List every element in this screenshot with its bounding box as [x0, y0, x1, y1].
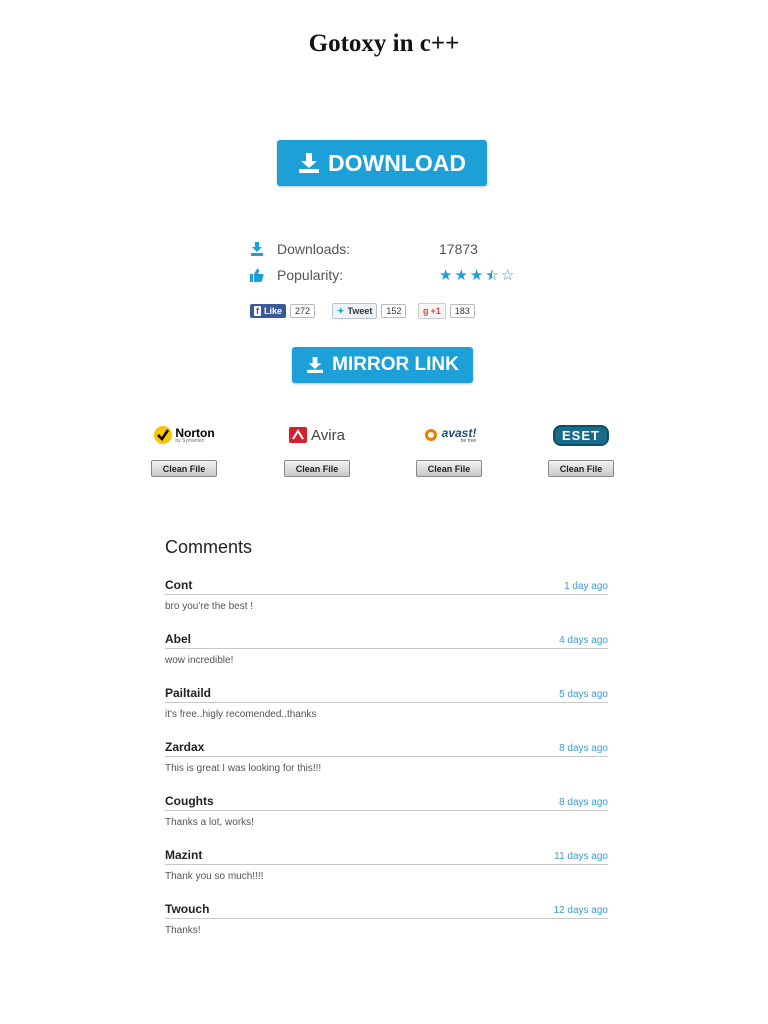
comment-time[interactable]: 4 days ago [559, 635, 608, 646]
comment-item: Mazint 11 days ago Thank you so much!!!! [165, 844, 608, 882]
comment-item: Cont 1 day ago bro you're the best ! [165, 574, 608, 612]
download-small-icon [251, 242, 263, 256]
comment-item: Pailtaild 5 days ago it's free..higly reco… [165, 682, 608, 720]
norton-sub: by Symantec [175, 437, 205, 444]
tweet-label: Tweet [347, 306, 373, 316]
norton-clean-file-button[interactable]: Clean File [151, 460, 217, 477]
page-title: Gotoxy in c++ [308, 30, 460, 57]
downloads-value: 17873 [439, 241, 478, 257]
avast-star-icon [424, 429, 437, 441]
comment-time[interactable]: 1 day ago [564, 581, 608, 592]
google-plus-icon: g [423, 306, 429, 316]
comment-item: Coughts 8 days ago Thanks a lot, works! [165, 790, 608, 828]
comment-author: Zardax [165, 740, 205, 754]
avira-umbrella-icon [289, 427, 308, 443]
avast-badge: avast! be free Clean File [414, 420, 484, 477]
comment-header: Zardax 8 days ago [165, 736, 608, 757]
comment-text: Thank you so much!!!! [165, 871, 264, 882]
mirror-link-button[interactable]: MIRROR LINK [292, 347, 473, 383]
avast-name: avast! [441, 425, 477, 440]
comment-header: Pailtaild 5 days ago [165, 682, 608, 703]
popularity-stars: ★★★☆★☆ [439, 268, 514, 283]
comment-author: Abel [165, 632, 192, 646]
comment-text: This is great I was looking for this!!! [165, 763, 322, 774]
comment-author: Twouch [165, 902, 210, 916]
comment-header: Cont 1 day ago [165, 574, 608, 595]
comment-text: Thanks! [165, 925, 201, 936]
comment-header: Abel 4 days ago [165, 628, 608, 649]
download-icon [299, 153, 319, 173]
download-icon [307, 357, 324, 373]
comment-time[interactable]: 8 days ago [559, 797, 608, 808]
comment-text: wow incredible! [165, 655, 234, 666]
norton-name: Norton [175, 425, 215, 440]
comment-time[interactable]: 8 days ago [559, 743, 608, 754]
google-plus-count: 183 [449, 304, 475, 318]
norton-check-icon [154, 426, 173, 444]
comment-time[interactable]: 11 days ago [554, 851, 608, 862]
twitter-tweet[interactable]: ✦ Tweet 152 [332, 303, 407, 319]
popularity-label: Popularity: [277, 267, 344, 283]
popularity-row: Popularity: ★★★☆★☆ [250, 265, 514, 285]
comment-author: Coughts [165, 794, 214, 808]
star-full-icon: ★ [469, 266, 484, 284]
avast-sub: be free [460, 437, 477, 444]
avira-clean-file-button[interactable]: Clean File [284, 460, 350, 477]
facebook-like-label: Like [264, 306, 283, 316]
downloads-row: Downloads: 17873 [250, 239, 478, 259]
star-full-icon: ★ [439, 266, 453, 284]
norton-badge: Norton by Symantec Clean File [149, 420, 219, 477]
comment-item: Twouch 12 days ago Thanks! [165, 898, 608, 936]
tweet-count: 152 [381, 304, 407, 318]
facebook-like[interactable]: f Like 272 [250, 303, 316, 319]
download-button-label: DOWNLOAD [328, 149, 466, 176]
eset-logo: eset [553, 420, 609, 450]
download-button[interactable]: DOWNLOAD [277, 140, 487, 186]
star-empty-icon: ☆ [500, 266, 515, 284]
avira-name: Avira [311, 426, 345, 444]
comment-text: Thanks a lot, works! [165, 817, 254, 828]
google-plus-label: +1 [430, 306, 441, 316]
facebook-like-button[interactable]: f Like [250, 304, 287, 318]
comments-heading: Comments [165, 537, 253, 557]
comment-item: Abel 4 days ago wow incredible! [165, 628, 608, 666]
avast-logo: avast! be free [422, 420, 477, 450]
comment-header: Mazint 11 days ago [165, 844, 608, 865]
avast-clean-file-button[interactable]: Clean File [416, 460, 482, 477]
tweet-button[interactable]: ✦ Tweet [332, 303, 378, 319]
star-half-icon: ☆★ [485, 266, 499, 284]
downloads-label: Downloads: [277, 241, 351, 257]
comment-author: Pailtaild [165, 686, 212, 700]
facebook-icon: f [254, 306, 261, 316]
comment-header: Twouch 12 days ago [165, 898, 608, 919]
norton-logo: Norton by Symantec [153, 420, 215, 450]
google-plus-one[interactable]: g +1 183 [418, 303, 475, 319]
comment-time[interactable]: 5 days ago [559, 689, 608, 700]
comment-author: Cont [165, 578, 193, 592]
twitter-bird-icon: ✦ [337, 305, 345, 316]
comment-item: Zardax 8 days ago This is great I was look… [165, 736, 608, 774]
google-plus-button[interactable]: g +1 [418, 303, 446, 319]
comment-text: it's free..higly recomended..thanks [165, 709, 317, 720]
avira-badge: Avira Clean File [282, 420, 352, 477]
facebook-like-count: 272 [290, 304, 316, 318]
eset-name: eset [553, 424, 609, 446]
comment-time[interactable]: 12 days ago [554, 905, 609, 916]
eset-badge: eset Clean File [546, 420, 616, 477]
mirror-link-label: MIRROR LINK [332, 354, 459, 375]
comment-header: Coughts 8 days ago [165, 790, 608, 811]
star-full-icon: ★ [454, 266, 468, 284]
thumbs-up-icon [250, 268, 264, 282]
avira-logo: Avira [289, 420, 345, 450]
eset-clean-file-button[interactable]: Clean File [548, 460, 614, 477]
comment-author: Mazint [165, 848, 203, 862]
comment-text: bro you're the best ! [165, 601, 254, 612]
